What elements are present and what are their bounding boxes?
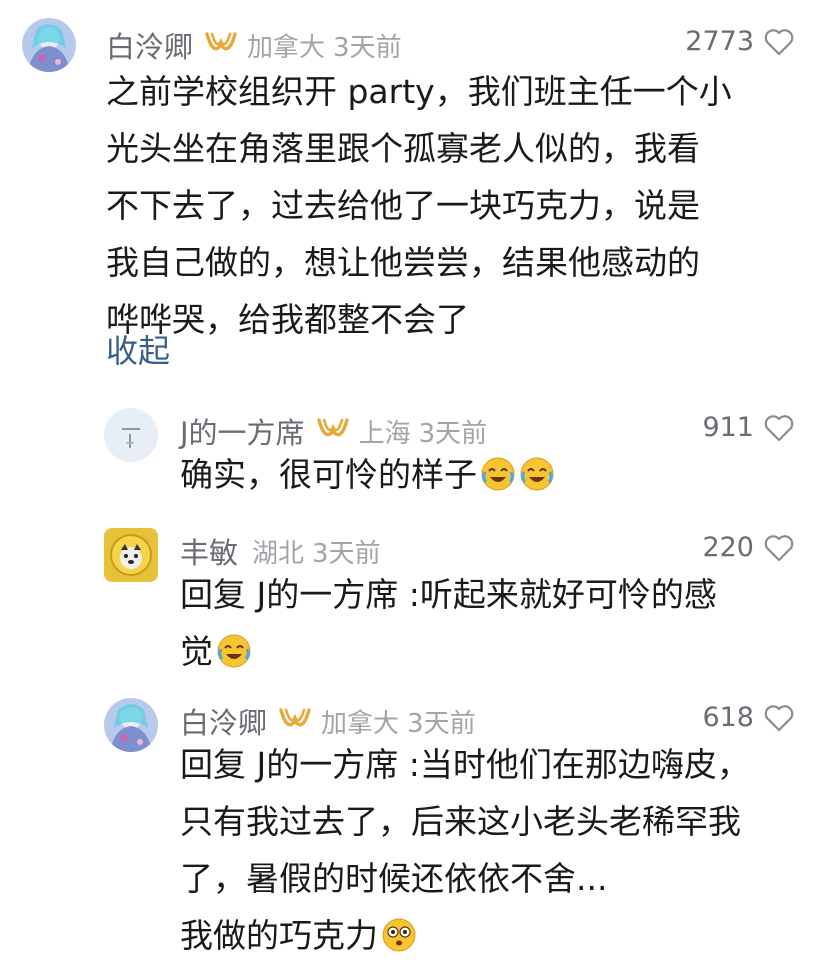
vip-badge-icon <box>315 416 351 446</box>
timestamp: 3天前 <box>418 418 488 449</box>
reply-1: J的一方席 上海 3天前 911 确实，很可怜的样子 <box>0 390 828 500</box>
comment-text: 确实，很可怜的样子 <box>180 446 555 503</box>
location: 加拿大 <box>247 32 326 63</box>
dizzy-face-emoji-icon <box>382 918 416 952</box>
text-line: 哗哗哭，给我都整不会了 <box>106 300 469 339</box>
avatar[interactable] <box>22 18 76 72</box>
text-line: 觉 <box>180 623 717 680</box>
text-line: 了，暑假的时候还依依不舍... <box>180 859 608 898</box>
reply-target[interactable]: 回复 J的一方席 : <box>180 575 420 614</box>
avatar[interactable] <box>104 528 158 582</box>
vip-badge-icon <box>203 30 239 60</box>
heart-outline-icon <box>764 28 794 55</box>
timestamp: 3天前 <box>312 538 381 569</box>
comment-header: 白泠卿 加拿大 3天前 <box>106 24 402 66</box>
location: 加拿大 <box>321 708 400 739</box>
like-count: 220 <box>702 532 754 563</box>
timestamp: 3天前 <box>407 708 476 739</box>
avatar[interactable] <box>104 408 158 462</box>
text-line: 不下去了，过去给他了一块巧克力，说是 <box>106 186 700 225</box>
crying-laughing-emoji-icon <box>520 457 554 491</box>
avatar[interactable] <box>104 698 158 752</box>
like-button[interactable]: 220 <box>702 532 794 563</box>
text-line: 回复 J的一方席 :当时他们在那边嗨皮， <box>180 745 750 784</box>
reply-target[interactable]: 回复 J的一方席 : <box>180 745 420 784</box>
text-line: 我自己做的，想让他尝尝，结果他感动的 <box>106 243 700 282</box>
username[interactable]: 白泠卿 <box>106 24 193 66</box>
text-line: 光头坐在角落里跟个孤寡老人似的，我看 <box>106 129 700 168</box>
like-button[interactable]: 618 <box>702 702 794 733</box>
like-count: 911 <box>702 412 754 443</box>
location: 上海 <box>358 418 411 449</box>
like-button[interactable]: 911 <box>702 412 794 443</box>
timestamp: 3天前 <box>333 32 402 63</box>
text-line: 只有我过去了，后来这小老头老稀罕我 <box>180 802 741 841</box>
text-line: 之前学校组织开 party，我们班主任一个小 <box>106 72 732 111</box>
like-count: 2773 <box>685 26 754 57</box>
text-line: 回复 J的一方席 :听起来就好可怜的感 <box>180 575 717 614</box>
heart-outline-icon <box>764 414 794 441</box>
vip-badge-icon <box>277 706 313 736</box>
reply-2: 丰敏 湖北 3天前 220 回复 J的一方席 :听起来就好可怜的感 觉 <box>0 510 828 680</box>
like-count: 618 <box>702 702 754 733</box>
comment-1: 白泠卿 加拿大 3天前 2773 之前学校组织开 party，我们班主任一个小 … <box>0 0 828 380</box>
comment-text: 回复 J的一方席 :听起来就好可怜的感 觉 <box>180 566 717 680</box>
reply-3: 白泠卿 加拿大 3天前 618 回复 J的一方席 :当时他们在那边嗨皮， 只有我… <box>0 680 828 955</box>
location: 湖北 <box>252 538 305 569</box>
text-line: 我做的巧克力 <box>180 907 750 964</box>
text-line: 确实，很可怜的样子 <box>180 455 477 494</box>
crying-laughing-emoji-icon <box>481 457 515 491</box>
comment-text: 之前学校组织开 party，我们班主任一个小 光头坐在角落里跟个孤寡老人似的，我… <box>106 63 732 348</box>
heart-outline-icon <box>764 534 794 561</box>
comment-text: 回复 J的一方席 :当时他们在那边嗨皮， 只有我过去了，后来这小老头老稀罕我 了… <box>180 736 750 964</box>
collapse-link[interactable]: 收起 <box>106 326 170 372</box>
crying-laughing-emoji-icon <box>217 634 251 668</box>
like-button[interactable]: 2773 <box>685 26 794 57</box>
heart-outline-icon <box>764 704 794 731</box>
